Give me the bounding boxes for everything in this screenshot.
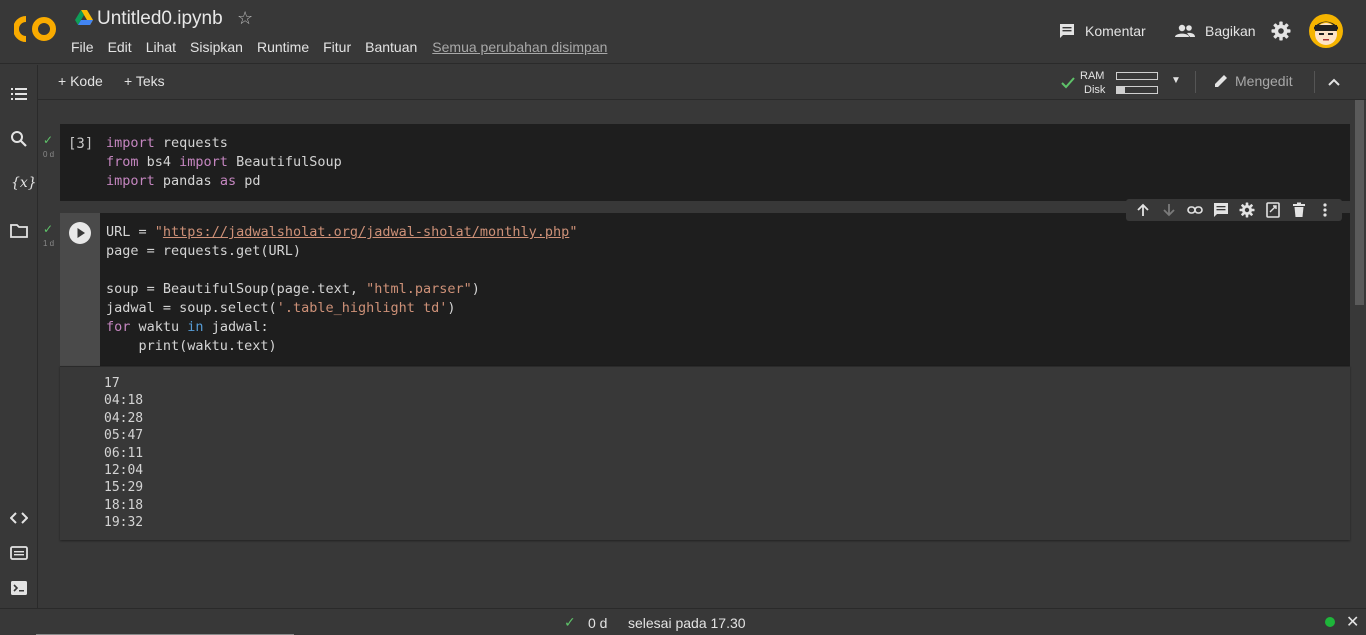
play-icon — [77, 228, 85, 238]
menu-sisipkan[interactable]: Sisipkan — [190, 39, 243, 55]
menu-runtime[interactable]: Runtime — [257, 39, 309, 55]
delete-icon[interactable] — [1291, 202, 1307, 218]
output-line: 04:18 — [104, 393, 144, 409]
command-palette-icon[interactable] — [10, 544, 28, 562]
disk-usage-fill — [1117, 87, 1125, 93]
menu-bar: File Edit Lihat Sisipkan Runtime Fitur B… — [71, 39, 621, 55]
more-options-icon[interactable] — [1317, 202, 1333, 218]
output-line: 05:47 — [104, 428, 144, 444]
gear-icon[interactable] — [1271, 21, 1291, 41]
cell-status-check-icon: ✓ — [43, 133, 54, 147]
output-line: 04:28 — [104, 410, 144, 426]
status-check-icon: ✓ — [564, 614, 576, 630]
status-duration: 0 d — [588, 615, 608, 631]
comment-icon[interactable] — [1213, 202, 1229, 218]
output-text: 17 04:18 04:28 05:47 06:11 12:04 15:29 18:18 19:… — [104, 375, 143, 532]
output-line: 12:04 — [104, 463, 144, 479]
add-text-button[interactable]: + Teks — [124, 73, 165, 89]
code-cell[interactable]: URL = "https://jadwalsholat.org/jadwal-s… — [60, 213, 1350, 366]
execution-count: [3] — [68, 136, 94, 152]
folder-icon[interactable] — [10, 222, 28, 240]
share-label: Bagikan — [1205, 23, 1256, 39]
header: Untitled0.ipynb ☆ File Edit Lihat Sisipk… — [0, 0, 1366, 64]
search-icon[interactable] — [10, 130, 28, 148]
run-gutter — [60, 213, 100, 366]
comment-button[interactable]: Komentar — [1058, 20, 1146, 42]
output-line: 06:11 — [104, 445, 144, 461]
cell-status-check-icon: ✓ — [43, 222, 54, 236]
code-line: page = requests.get(URL) — [106, 243, 302, 259]
code-line: soup = BeautifulSoup(page.text, "html.pa… — [106, 281, 480, 297]
share-button[interactable]: Bagikan — [1174, 20, 1256, 42]
menu-edit[interactable]: Edit — [108, 39, 132, 55]
chevron-down-icon[interactable]: ▼ — [1171, 75, 1181, 86]
connected-check-icon — [1061, 77, 1075, 89]
close-icon[interactable]: ✕ — [1346, 612, 1359, 632]
disk-usage-bar — [1116, 86, 1158, 94]
connection-status-dot — [1325, 617, 1335, 627]
terminal-icon[interactable] — [10, 579, 28, 597]
scrollbar[interactable] — [1353, 100, 1366, 608]
saved-status[interactable]: Semua perubahan disimpan — [432, 39, 607, 55]
move-up-icon[interactable] — [1135, 202, 1151, 218]
menu-file[interactable]: File — [71, 39, 94, 55]
code-line: for waktu in jadwal: — [106, 319, 269, 335]
cell-toolbar — [1126, 199, 1342, 221]
status-text: selesai pada 17.30 — [628, 615, 746, 631]
menu-bantuan[interactable]: Bantuan — [365, 39, 417, 55]
toolbar-divider — [1314, 71, 1315, 93]
code-line: import requests — [106, 135, 228, 151]
star-icon[interactable]: ☆ — [237, 8, 253, 29]
cell-duration: 0 d — [43, 150, 55, 159]
gear-icon[interactable] — [1239, 202, 1255, 218]
run-cell-button[interactable] — [69, 222, 91, 244]
status-bar: ✓ 0 d selesai pada 17.30 ✕ — [0, 608, 1366, 635]
people-icon — [1175, 24, 1195, 37]
move-down-icon[interactable] — [1161, 202, 1177, 218]
code-cell[interactable]: [3] import requests from bs4 import Beaut… — [60, 124, 1350, 201]
output-line: 19:32 — [104, 515, 144, 531]
editing-mode-button[interactable]: Mengedit — [1213, 73, 1293, 89]
scrollbar-thumb[interactable] — [1355, 100, 1364, 305]
chevron-up-icon[interactable] — [1326, 74, 1342, 90]
code-editor[interactable]: import requests from bs4 import Beautiful… — [106, 134, 342, 191]
avatar[interactable] — [1309, 14, 1343, 48]
notebook-toolbar: + Kode + Teks RAM Disk ▼ Mengedit — [38, 65, 1366, 100]
cell-duration: 1 d — [43, 239, 55, 248]
code-editor[interactable]: URL = "https://jadwalsholat.org/jadwal-s… — [106, 223, 577, 356]
comment-label: Komentar — [1085, 23, 1146, 39]
code-line: URL = "https://jadwalsholat.org/jadwal-s… — [106, 224, 578, 240]
add-code-button[interactable]: + Kode — [58, 73, 103, 89]
cell-output: 17 04:18 04:28 05:47 06:11 12:04 15:29 18:18 19:… — [60, 366, 1350, 540]
drive-icon — [75, 10, 93, 25]
mirror-cell-icon[interactable] — [1265, 202, 1281, 218]
table-of-contents-icon[interactable] — [10, 85, 28, 103]
code-line: from bs4 import BeautifulSoup — [106, 154, 342, 170]
menu-fitur[interactable]: Fitur — [323, 39, 351, 55]
code-line: import pandas as pd — [106, 173, 261, 189]
code-line: print(waktu.text) — [106, 338, 277, 354]
output-line: 15:29 — [104, 480, 144, 496]
ram-usage-bar — [1116, 72, 1158, 80]
notebook-title[interactable]: Untitled0.ipynb — [97, 8, 223, 30]
output-line: 18:18 — [104, 497, 144, 513]
colab-logo[interactable] — [14, 14, 58, 44]
editing-mode-label: Mengedit — [1235, 73, 1293, 89]
avatar-image — [1310, 15, 1342, 47]
variables-icon[interactable]: {x} — [11, 175, 37, 193]
pencil-icon — [1215, 75, 1227, 87]
toolbar-divider — [1195, 71, 1196, 93]
left-rail: {x} — [0, 65, 38, 608]
code-line: jadwal = soup.select('.table_highlight t… — [106, 300, 456, 316]
output-line: 17 — [104, 376, 120, 391]
menu-lihat[interactable]: Lihat — [146, 39, 176, 55]
link-icon[interactable] — [1187, 202, 1203, 218]
comment-icon — [1060, 24, 1074, 38]
code-snippets-icon[interactable] — [10, 509, 28, 527]
